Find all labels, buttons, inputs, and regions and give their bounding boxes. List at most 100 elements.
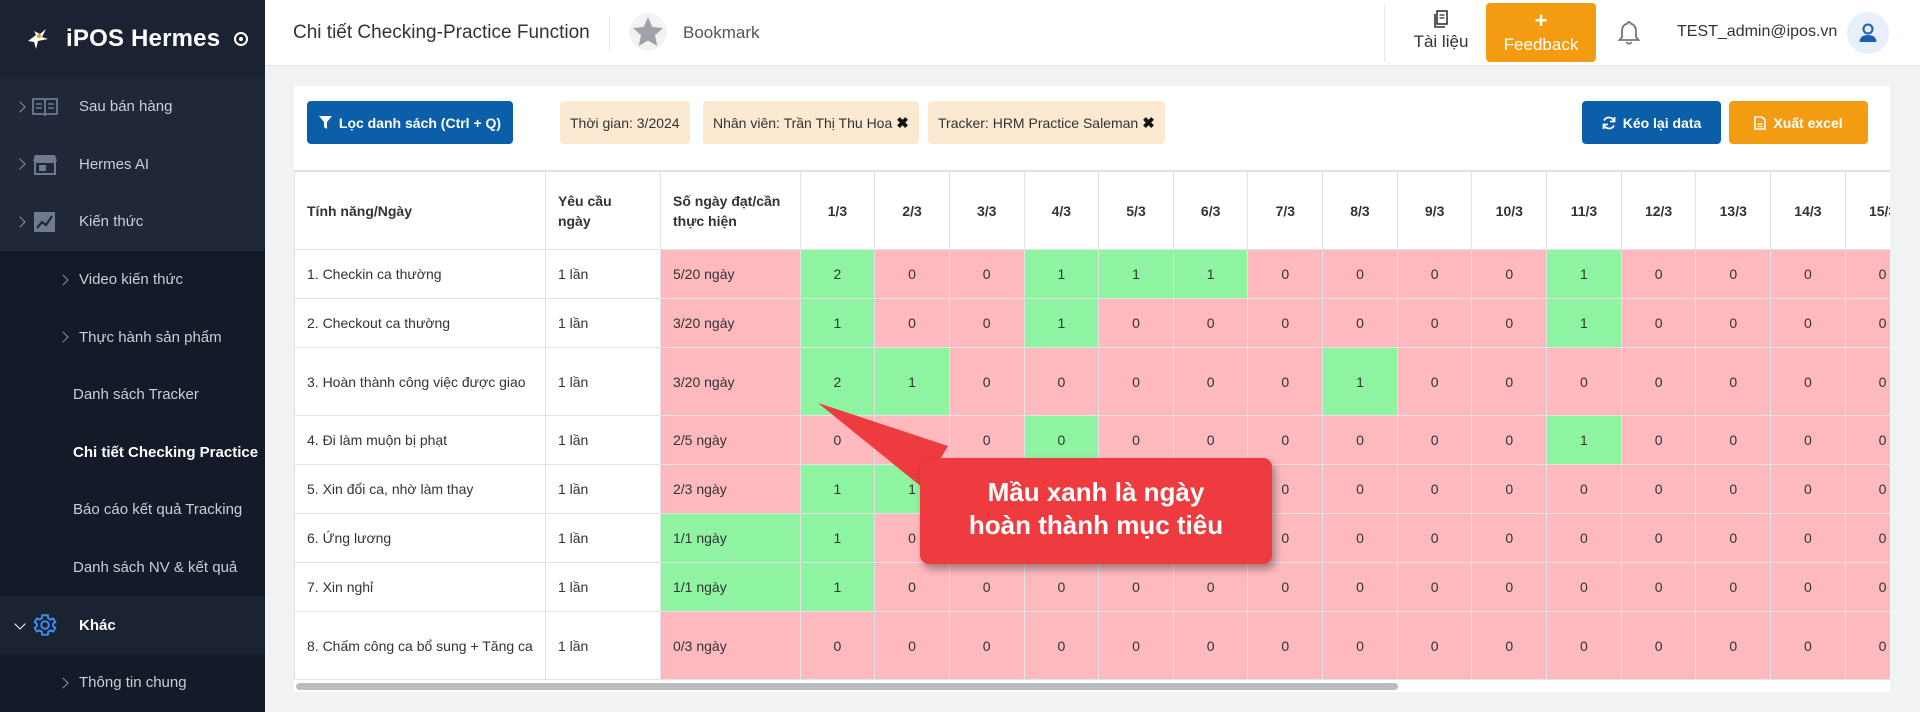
requirement-cell: 1 lần [544, 513, 662, 563]
horizontal-scrollbar[interactable] [296, 683, 1398, 690]
user-email[interactable]: TEST_admin@ipos.vn [1677, 23, 1837, 41]
feature-cell: 6. Ứng lương [294, 513, 546, 563]
avatar[interactable] [1847, 12, 1889, 54]
day-value-cell: 0 [1322, 415, 1398, 465]
day-value-cell: 0 [874, 611, 950, 680]
day-value-cell: 0 [1695, 298, 1772, 348]
day-value-cell: 0 [1695, 611, 1772, 680]
day-value-cell: 0 [1620, 347, 1697, 416]
sidebar-item-sau-ban-hang[interactable]: Sau bán hàng [0, 78, 265, 136]
day-value-cell: 1 [1098, 249, 1174, 299]
day-value-cell: 0 [1620, 562, 1697, 612]
sidebar-item-label: Báo cáo kết quả Tracking [73, 501, 243, 519]
chip-label: Thời gian: 3/2024 [570, 114, 680, 131]
sidebar-item-khac[interactable]: Khác [0, 596, 265, 654]
day-value-cell: 0 [1620, 415, 1697, 465]
sidebar-item-chi-tiet-checking[interactable]: Chi tiết Checking Practice [0, 424, 265, 482]
close-icon[interactable]: ✖ [896, 114, 909, 132]
bookmark-label[interactable]: Bookmark [683, 23, 760, 43]
days-achieved-cell: 2/5 ngày [660, 415, 801, 465]
day-value-cell: 0 [1247, 249, 1324, 299]
target-icon[interactable] [234, 32, 249, 46]
day-value-cell: 0 [1172, 611, 1249, 680]
day-value-cell: 0 [1620, 513, 1697, 563]
day-value-cell: 0 [1471, 464, 1548, 514]
day-value-cell: 0 [1023, 562, 1100, 612]
day-value-cell: 0 [1844, 249, 1890, 299]
bell-icon[interactable] [1617, 20, 1641, 46]
day-value-cell: 0 [1695, 513, 1772, 563]
refresh-icon [1602, 116, 1616, 129]
sidebar-item-label: Thực hành sản phẩm [79, 328, 222, 346]
day-value-cell: 0 [1770, 464, 1846, 514]
nav-sub-khac: Thông tin chung [0, 653, 265, 712]
sidebar-item-label: Sau bán hàng [79, 98, 173, 116]
day-value-cell: 0 [1620, 298, 1697, 348]
sidebar-item-danh-sach-nv[interactable]: Danh sách NV & kết quả [0, 539, 265, 597]
chip-label: Nhân viên: Trần Thị Thu Hoa [713, 114, 893, 131]
day-value-cell: 0 [1471, 347, 1548, 416]
sidebar-item-danh-sach-tracker[interactable]: Danh sách Tracker [0, 366, 265, 424]
export-button-label: Xuất excel [1773, 114, 1843, 131]
day-value-cell: 1 [1546, 249, 1622, 299]
feedback-button[interactable]: + Feedback [1486, 3, 1596, 62]
day-value-cell: 0 [1546, 513, 1622, 563]
day-value-cell: 0 [948, 249, 1025, 299]
filter-chip-employee[interactable]: Nhân viên: Trần Thị Thu Hoa ✖ [703, 101, 919, 144]
docs-button[interactable]: Tài liệu [1395, 10, 1487, 60]
requirement-cell: 1 lần [544, 562, 662, 612]
sidebar-item-thuc-hanh[interactable]: Thực hành sản phẩm [0, 308, 265, 366]
sidebar-item-bao-cao[interactable]: Báo cáo kết quả Tracking [0, 481, 265, 539]
day-value-cell: 0 [1844, 513, 1890, 563]
sidebar-item-label: Hermes AI [79, 155, 150, 173]
callout-text: Mầu xanh là ngày [987, 477, 1205, 507]
column-header-day: 3/3 [948, 171, 1025, 250]
days-achieved-cell: 1/1 ngày [660, 513, 801, 563]
filter-chip-time[interactable]: Thời gian: 3/2024 [560, 101, 690, 144]
store-icon [33, 155, 57, 176]
day-value-cell: 1 [799, 513, 876, 563]
day-value-cell: 0 [1396, 562, 1473, 612]
day-value-cell: 0 [1322, 562, 1398, 612]
day-value-cell: 2 [799, 249, 876, 299]
day-value-cell: 0 [1695, 249, 1772, 299]
feature-cell: 3. Hoàn thành công việc được giao [294, 347, 546, 416]
sidebar: iPOS Hermes Sau bán hàng Hermes AI Kiến … [0, 0, 265, 712]
day-value-cell: 0 [1471, 415, 1548, 465]
sidebar-item-video-kien-thuc[interactable]: Video kiến thức [0, 251, 265, 309]
star-icon[interactable] [628, 12, 668, 52]
day-value-cell: 1 [1023, 249, 1100, 299]
day-value-cell: 0 [1098, 611, 1174, 680]
filter-chip-tracker[interactable]: Tracker: HRM Practice Saleman ✖ [928, 101, 1165, 144]
day-value-cell: 0 [1770, 298, 1846, 348]
day-value-cell: 0 [1546, 464, 1622, 514]
nav-sub: Video kiến thức Thực hành sản phẩm Danh … [0, 250, 265, 597]
feature-cell: 8. Chấm công ca bổ sung + Tăng ca [294, 611, 546, 680]
filter-list-button[interactable]: Lọc danh sách (Ctrl + Q) [307, 101, 513, 144]
column-header-day: 1/3 [799, 171, 876, 250]
days-achieved-cell: 1/1 ngày [660, 562, 801, 612]
day-value-cell: 0 [1396, 513, 1473, 563]
day-value-cell: 0 [1247, 298, 1324, 348]
day-value-cell: 0 [1322, 298, 1398, 348]
day-value-cell: 1 [1172, 249, 1249, 299]
close-icon[interactable]: ✖ [1142, 114, 1155, 132]
day-value-cell: 0 [1770, 562, 1846, 612]
column-header-day: 2/3 [874, 171, 950, 250]
column-header-day: 12/3 [1620, 171, 1697, 250]
sidebar-item-hermes-ai[interactable]: Hermes AI [0, 136, 265, 194]
reload-data-button[interactable]: Kéo lại data [1582, 101, 1721, 144]
table-row: 7. Xin nghỉ1 lần1/1 ngày1000000000000000… [294, 562, 1890, 612]
sidebar-item-kien-thuc[interactable]: Kiến thức [0, 193, 265, 251]
day-value-cell: 0 [1620, 464, 1697, 514]
export-excel-button[interactable]: Xuất excel [1729, 101, 1868, 144]
chip-label: Tracker: HRM Practice Saleman [938, 114, 1139, 131]
requirement-cell: 1 lần [544, 298, 662, 348]
checking-table-scroll[interactable]: Tính năng/Ngày Yêu cầu ngày Số ngày đạt/… [294, 170, 1890, 682]
sidebar-item-thong-tin-chung[interactable]: Thông tin chung [0, 654, 265, 712]
day-value-cell: 0 [1098, 298, 1174, 348]
day-value-cell: 1 [1546, 298, 1622, 348]
column-header-day: 7/3 [1247, 171, 1324, 250]
brand[interactable]: iPOS Hermes [0, 0, 265, 78]
day-value-cell: 0 [1695, 415, 1772, 465]
